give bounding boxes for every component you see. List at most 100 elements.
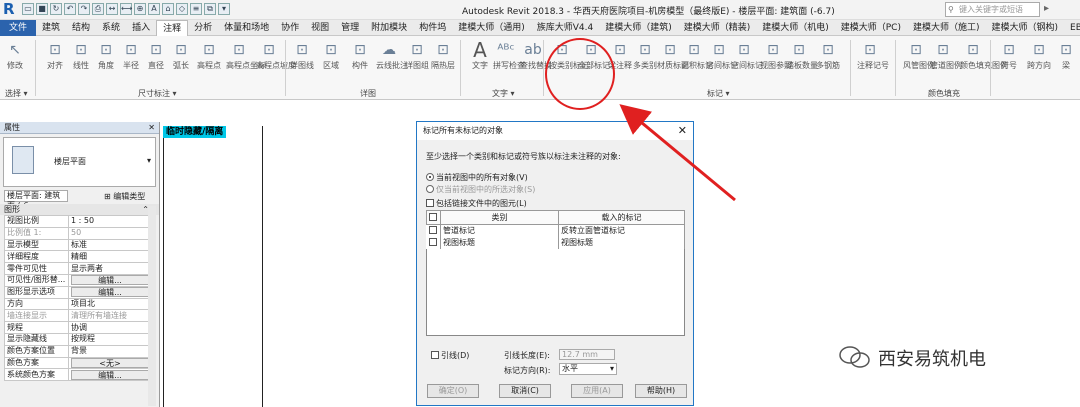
tool-tread[interactable]: ⊡ 踏板数量 <box>786 39 818 70</box>
redo-icon[interactable]: ↷ <box>78 3 90 15</box>
tab-6[interactable]: 分析 <box>188 20 218 36</box>
tool-cloud[interactable]: ☁ 云线批注 <box>376 39 408 70</box>
ribbon-group-label[interactable]: 详图 <box>360 88 376 99</box>
property-value[interactable]: 编辑... <box>68 368 152 382</box>
help-button[interactable]: 帮助(H) <box>635 384 687 398</box>
tab-8[interactable]: 协作 <box>275 20 305 36</box>
tool-align-dim[interactable]: ⊡ 对齐 <box>42 39 68 70</box>
table-row[interactable]: 管道标记 反转立面管道标记 <box>426 224 685 237</box>
tool-detail-line[interactable]: ⊡ 详图线 <box>289 39 315 70</box>
save-icon[interactable]: ■ <box>36 3 48 15</box>
tool-cursor[interactable]: ↖ 修改 <box>2 39 28 70</box>
tab-12[interactable]: 构件坞 <box>413 20 452 36</box>
tab-20[interactable]: 建模大师（钢构) <box>986 20 1065 36</box>
property-value[interactable]: 按规程 <box>68 332 152 346</box>
property-value[interactable]: <无> <box>68 356 152 370</box>
select-all-checkbox[interactable] <box>426 210 441 225</box>
tool-linear-dim[interactable]: ⊡ 线性 <box>68 39 94 70</box>
ribbon-group-label[interactable]: 颜色填充 <box>928 88 960 99</box>
property-value[interactable]: 背景 <box>68 344 152 358</box>
row-tag[interactable]: 视图标题 <box>558 236 685 249</box>
3d-view-icon[interactable]: ⌂ <box>162 3 174 15</box>
help-icon[interactable]: ▸ <box>1044 3 1049 14</box>
tool-arc-dim[interactable]: ⊡ 弧长 <box>168 39 194 70</box>
tab-7[interactable]: 体量和场地 <box>218 20 275 36</box>
tool-component[interactable]: ⊡ 构件 <box>347 39 373 70</box>
close-hidden-icon[interactable]: ⧉ <box>204 3 216 15</box>
property-value[interactable]: 清理所有墙连接 <box>68 309 152 323</box>
tab-19[interactable]: 建模大师（施工) <box>907 20 986 36</box>
print-icon[interactable]: ⎙ <box>92 3 104 15</box>
table-row[interactable]: 视图标题 视图标题 <box>426 236 685 249</box>
include-linked-checkbox[interactable]: 包括链接文件中的图元(L) <box>426 198 527 209</box>
type-selector[interactable]: 楼层平面 ▾ <box>3 137 156 187</box>
row-tag[interactable]: 反转立面管道标记 <box>558 224 685 237</box>
tab-13[interactable]: 建模大师（通用) <box>452 20 531 36</box>
tool-spell[interactable]: ᴬᴮᶜ 拼写检查 <box>493 39 525 70</box>
ok-button[interactable]: 确定(O) <box>427 384 479 398</box>
tab-1[interactable]: 建筑 <box>36 20 66 36</box>
close-icon[interactable]: ✕ <box>148 122 155 134</box>
property-edit-button[interactable]: 编辑... <box>71 275 149 286</box>
property-value[interactable]: 显示两者 <box>68 262 152 275</box>
tool-view-ref[interactable]: ⊡ 视图参照 <box>760 39 792 70</box>
tab-11[interactable]: 附加模块 <box>365 20 413 36</box>
tab-17[interactable]: 建模大师（机电) <box>756 20 835 36</box>
property-edit-button[interactable]: 编辑... <box>71 369 149 380</box>
cancel-button[interactable]: 取消(C) <box>499 384 551 398</box>
tab-18[interactable]: 建模大师（PC) <box>835 20 907 36</box>
tab-21[interactable]: EB <box>1064 20 1080 36</box>
tag-icon[interactable]: ⊕ <box>134 3 146 15</box>
tab-15[interactable]: 建模大师（建筑) <box>599 20 678 36</box>
ribbon-group-label[interactable]: 文字 ▾ <box>492 88 515 99</box>
property-value[interactable]: 协调 <box>68 321 152 334</box>
tool-keynote[interactable]: ⊡ 注释记号 <box>857 39 889 70</box>
tool-diameter-dim[interactable]: ⊡ 直径 <box>143 39 169 70</box>
tab-0[interactable]: 文件 <box>0 19 37 36</box>
property-value[interactable]: 精细 <box>68 250 152 264</box>
property-edit-button[interactable]: <无> <box>71 358 149 368</box>
chevron-down-icon[interactable]: ▾ <box>147 156 151 165</box>
tab-9[interactable]: 视图 <box>305 20 335 36</box>
scrollbar[interactable] <box>148 206 156 406</box>
tab-5[interactable]: 注释 <box>156 19 189 36</box>
tool-duct-legend[interactable]: ⊡ 风管图例 <box>903 39 935 70</box>
ribbon-group-label[interactable]: 标记 ▾ <box>707 88 730 99</box>
tab-14[interactable]: 族库大师V4.4 <box>531 20 599 36</box>
tool-symbol[interactable]: ⊡ 符号 <box>996 39 1022 70</box>
property-edit-button[interactable]: 编辑... <box>71 287 149 298</box>
tool-radius-dim[interactable]: ⊡ 半径 <box>118 39 144 70</box>
tool-material-tag[interactable]: ⊡ 材质标记 <box>657 39 689 70</box>
radio-all-objects[interactable]: 当前视图中的所有对象(V) <box>426 172 528 183</box>
apply-button[interactable]: 应用(A) <box>571 384 623 398</box>
radio-selected-objects[interactable]: 仅当前视图中的所选对象(S) <box>426 184 535 195</box>
tool-beam[interactable]: ⊡ 梁 <box>1053 39 1079 70</box>
tab-4[interactable]: 插入 <box>126 20 156 36</box>
open-icon[interactable]: ▭ <box>22 3 34 15</box>
tool-color-fill[interactable]: ⊡ 颜色填充图例 <box>960 39 1008 70</box>
tool-space-tag[interactable]: ⊡ 空间标记 <box>731 39 763 70</box>
tab-3[interactable]: 系统 <box>96 20 126 36</box>
section-icon[interactable]: ◇ <box>176 3 188 15</box>
tool-spot-coord[interactable]: ⊡ 高程点坐标 <box>226 39 266 70</box>
property-value[interactable]: 编辑... <box>68 273 152 287</box>
leader-checkbox[interactable]: 引线(D) <box>431 351 469 360</box>
row-checkbox[interactable] <box>426 224 441 237</box>
measure-icon[interactable]: ↔ <box>106 3 118 15</box>
tool-span[interactable]: ⊡ 跨方向 <box>1026 39 1052 70</box>
tool-multi-category[interactable]: ⊡ 多类别 <box>632 39 658 70</box>
search-input[interactable]: ⚲ 键入关键字或短语 <box>945 2 1040 17</box>
instance-select[interactable]: 楼层平面: 建筑面 (-6. <box>4 190 68 210</box>
tab-10[interactable]: 管理 <box>335 20 365 36</box>
property-value[interactable]: 1 : 50 <box>68 215 152 228</box>
property-value[interactable]: 编辑... <box>68 285 152 299</box>
close-icon[interactable]: ✕ <box>678 122 687 140</box>
tag-orientation-select[interactable]: 水平 ▾ <box>559 363 617 375</box>
revit-logo-icon[interactable]: R <box>3 1 17 18</box>
tab-2[interactable]: 结构 <box>66 20 96 36</box>
tool-text[interactable]: A 文字 <box>467 38 493 70</box>
property-value[interactable]: 50 <box>68 226 152 240</box>
ribbon-group-label[interactable]: 选择 ▾ <box>5 88 28 99</box>
row-checkbox[interactable] <box>426 236 441 249</box>
text-icon[interactable]: A <box>148 3 160 15</box>
